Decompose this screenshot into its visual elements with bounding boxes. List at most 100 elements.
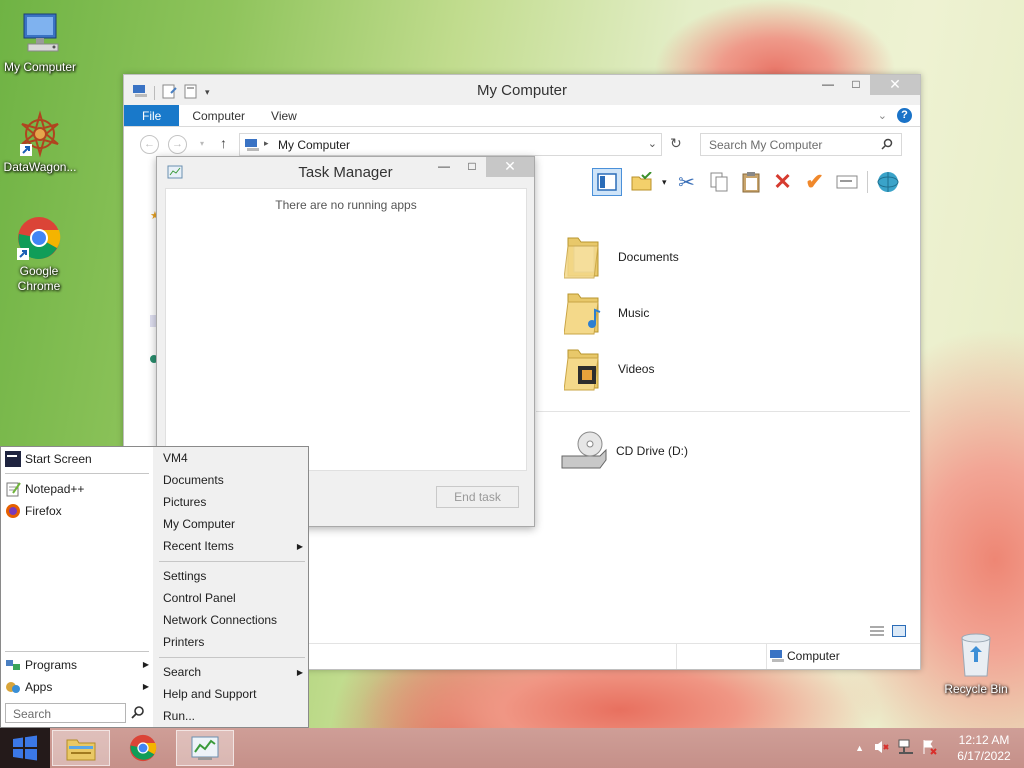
menu-item-label: Notepad++ bbox=[25, 482, 85, 496]
menu-item-vm4[interactable]: VM4 bbox=[163, 448, 303, 468]
search-input[interactable]: Search My Computer bbox=[700, 133, 902, 156]
menu-separator bbox=[5, 473, 149, 474]
forward-button[interactable]: → bbox=[168, 135, 187, 154]
taskbar: ▲ 12:12 AM 6/17/2022 bbox=[0, 728, 1024, 768]
start-screen-icon bbox=[5, 451, 21, 467]
desktop-icon-google-chrome[interactable]: Google Chrome bbox=[0, 214, 78, 294]
videos-folder-icon bbox=[563, 344, 604, 395]
up-button[interactable]: ↑ bbox=[220, 135, 227, 151]
show-hidden-icons-icon[interactable]: ▲ bbox=[855, 743, 864, 753]
menu-item-settings[interactable]: Settings bbox=[163, 566, 303, 586]
checkmark-icon[interactable]: ✔ bbox=[803, 169, 827, 194]
clock[interactable]: 12:12 AM 6/17/2022 bbox=[944, 732, 1024, 764]
menu-item-pictures[interactable]: Pictures bbox=[163, 492, 303, 512]
programs-item[interactable]: Programs ▶ bbox=[5, 655, 149, 675]
network-icon[interactable] bbox=[898, 739, 914, 758]
explorer-titlebar[interactable]: ▾ My Computer — □ ✕ bbox=[124, 75, 920, 105]
close-button[interactable]: ✕ bbox=[486, 157, 534, 177]
folder-documents[interactable]: Documents bbox=[563, 233, 679, 281]
close-button[interactable]: ✕ bbox=[870, 75, 920, 95]
folder-label: Documents bbox=[618, 250, 679, 264]
task-manager-titlebar[interactable]: Task Manager — □ ✕ bbox=[157, 157, 534, 187]
desktop-icon-datawagon[interactable]: DataWagon... bbox=[0, 110, 80, 174]
minimize-button[interactable]: — bbox=[814, 75, 842, 95]
start-menu-left-pane: Start Screen Notepad++ Firefox Programs … bbox=[1, 447, 153, 727]
folder-videos[interactable]: Videos bbox=[563, 344, 654, 395]
submenu-arrow-icon: ▶ bbox=[296, 542, 303, 551]
network-globe-icon[interactable] bbox=[876, 170, 900, 194]
music-folder-icon bbox=[563, 288, 604, 339]
file-explorer-icon bbox=[66, 739, 96, 761]
action-center-icon[interactable] bbox=[922, 739, 938, 758]
address-dropdown-icon[interactable]: ⌄ bbox=[648, 137, 657, 150]
drive-cd-d[interactable]: CD Drive (D:) bbox=[560, 427, 688, 475]
expand-ribbon-icon[interactable]: ⌄ bbox=[878, 109, 887, 122]
folder-music[interactable]: Music bbox=[563, 288, 649, 339]
copy-icon[interactable] bbox=[707, 170, 731, 194]
menu-item-search[interactable]: Search ▶ bbox=[163, 662, 303, 682]
start-screen-item[interactable]: Start Screen bbox=[5, 449, 92, 469]
computer-small-icon bbox=[244, 138, 260, 155]
start-menu-right-pane: VM4 Documents Pictures My Computer Recen… bbox=[153, 447, 310, 727]
taskbar-task-manager[interactable] bbox=[176, 730, 234, 766]
clock-date: 6/17/2022 bbox=[957, 749, 1011, 763]
layout-pane-button[interactable] bbox=[592, 168, 622, 196]
notepadpp-item[interactable]: Notepad++ bbox=[5, 479, 84, 499]
submenu-arrow-icon: ▶ bbox=[142, 682, 149, 691]
breadcrumb-chevron-icon[interactable]: ▸ bbox=[264, 138, 269, 149]
menu-item-documents[interactable]: Documents bbox=[163, 470, 303, 490]
menu-item-help-and-support[interactable]: Help and Support bbox=[163, 684, 303, 704]
computer-icon bbox=[16, 10, 64, 58]
tab-computer[interactable]: Computer bbox=[179, 105, 258, 126]
menu-item-control-panel[interactable]: Control Panel bbox=[163, 588, 303, 608]
maximize-button[interactable]: □ bbox=[458, 157, 486, 177]
chrome-icon bbox=[15, 214, 63, 262]
recent-locations-icon[interactable]: ▾ bbox=[200, 139, 204, 148]
delete-icon[interactable]: ✕ bbox=[771, 169, 795, 194]
chrome-icon bbox=[129, 734, 157, 762]
firefox-icon bbox=[5, 503, 21, 519]
desktop-icon-label: DataWagon... bbox=[3, 160, 77, 174]
details-view-icon[interactable] bbox=[870, 625, 884, 640]
programs-icon bbox=[5, 657, 21, 673]
cut-icon[interactable]: ✂ bbox=[675, 170, 699, 194]
folder-options-dropdown-icon[interactable]: ▾ bbox=[662, 177, 667, 188]
menu-item-network-connections[interactable]: Network Connections bbox=[163, 610, 303, 630]
search-placeholder: Search bbox=[13, 707, 52, 721]
desktop-icon-recycle-bin[interactable]: Recycle Bin bbox=[936, 630, 1016, 696]
tab-view[interactable]: View bbox=[258, 105, 310, 126]
desktop-icon-label: Google Chrome bbox=[17, 264, 61, 293]
submenu-arrow-icon: ▶ bbox=[296, 668, 303, 677]
search-icon[interactable] bbox=[131, 706, 144, 722]
refresh-icon[interactable]: ↻ bbox=[670, 135, 682, 152]
address-bar[interactable]: ▸ My Computer ⌄ bbox=[239, 133, 662, 156]
menu-item-my-computer[interactable]: My Computer bbox=[163, 514, 303, 534]
computer-small-icon bbox=[769, 649, 785, 666]
start-search-input[interactable]: Search bbox=[5, 703, 126, 723]
apps-item[interactable]: Apps ▶ bbox=[5, 677, 149, 697]
large-icons-view-icon[interactable] bbox=[892, 625, 906, 640]
firefox-item[interactable]: Firefox bbox=[5, 501, 62, 521]
minimize-button[interactable]: — bbox=[430, 157, 458, 177]
folder-options-icon[interactable] bbox=[630, 170, 654, 194]
tab-file[interactable]: File bbox=[124, 105, 180, 126]
search-placeholder: Search My Computer bbox=[709, 138, 823, 152]
menu-item-printers[interactable]: Printers bbox=[163, 632, 303, 652]
search-icon[interactable] bbox=[881, 138, 893, 153]
volume-muted-icon[interactable] bbox=[874, 739, 890, 758]
taskbar-explorer[interactable] bbox=[52, 730, 110, 766]
explorer-toolbar: ▾ ✂ ✕ ✔ bbox=[592, 167, 900, 197]
end-task-button[interactable]: End task bbox=[436, 486, 519, 508]
back-button[interactable]: ← bbox=[140, 135, 159, 154]
desktop-icon-my-computer[interactable]: My Computer bbox=[0, 10, 80, 74]
menu-item-label: Start Screen bbox=[25, 452, 92, 466]
menu-item-recent-items[interactable]: Recent Items ▶ bbox=[163, 536, 303, 556]
paste-icon[interactable] bbox=[739, 170, 763, 194]
help-icon[interactable]: ? bbox=[897, 108, 912, 123]
maximize-button[interactable]: □ bbox=[842, 75, 870, 95]
rename-icon[interactable] bbox=[835, 170, 859, 194]
menu-item-run[interactable]: Run... bbox=[163, 706, 303, 726]
taskbar-chrome[interactable] bbox=[114, 730, 172, 766]
address-text: My Computer bbox=[278, 138, 351, 152]
start-button[interactable] bbox=[0, 728, 50, 768]
